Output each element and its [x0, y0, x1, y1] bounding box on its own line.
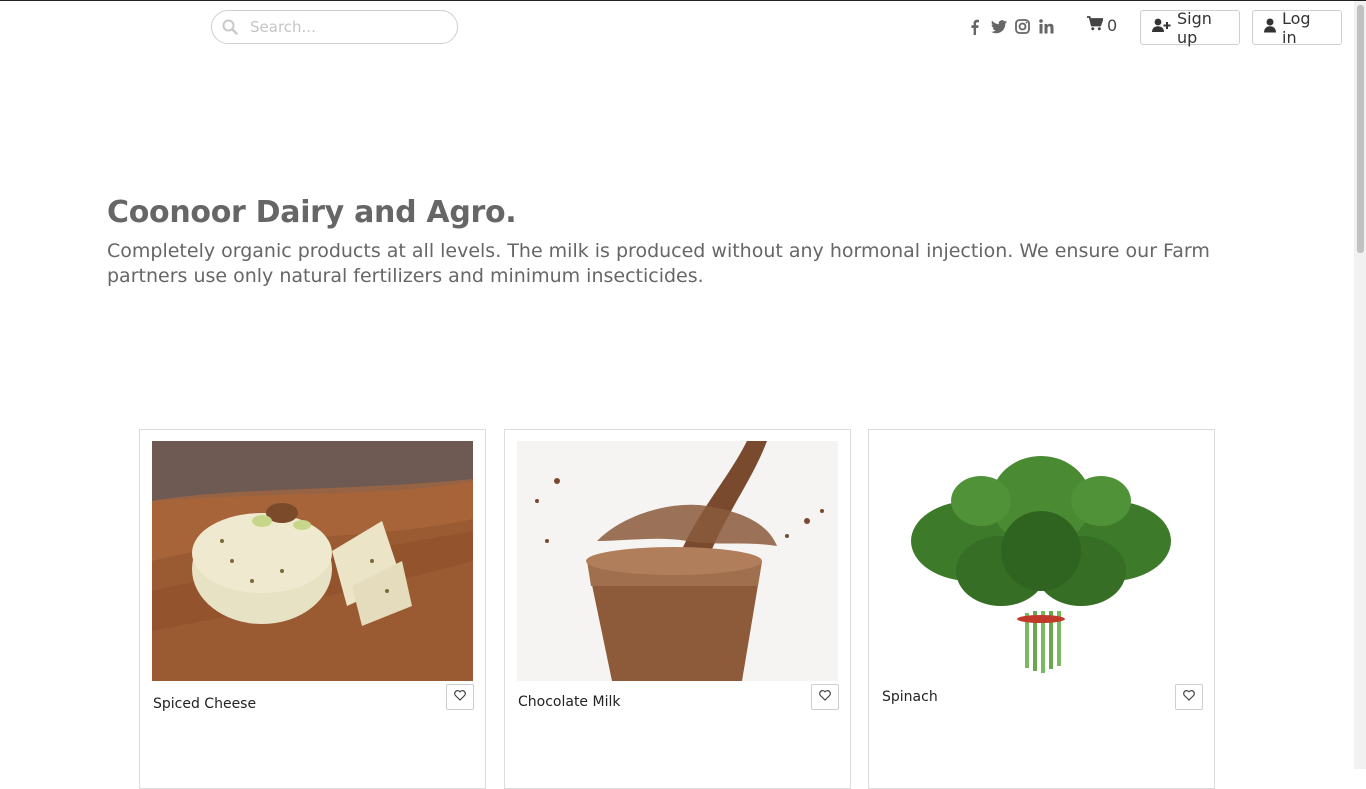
product-card[interactable]: Spiced Cheese: [139, 429, 486, 789]
social-links: [966, 18, 1055, 35]
product-card[interactable]: Chocolate Milk: [504, 429, 851, 789]
facebook-icon[interactable]: [966, 18, 983, 35]
linkedin-icon[interactable]: [1038, 18, 1055, 35]
search-icon: [222, 19, 238, 35]
page-scrollbar[interactable]: [1354, 1, 1366, 769]
wishlist-button[interactable]: [446, 684, 474, 710]
cart-button[interactable]: 0: [1087, 16, 1117, 35]
page-title: Coonoor Dairy and Agro.: [107, 195, 517, 230]
product-name[interactable]: Chocolate Milk: [518, 694, 620, 710]
product-card[interactable]: Spinach: [868, 429, 1215, 789]
search-input[interactable]: [248, 17, 442, 37]
product-name[interactable]: Spiced Cheese: [153, 696, 256, 712]
product-image-chocolate-milk[interactable]: [517, 441, 838, 681]
wishlist-button[interactable]: [1175, 684, 1203, 710]
product-image-spiced-cheese[interactable]: [152, 441, 473, 681]
scrollbar-thumb[interactable]: [1357, 5, 1364, 253]
user-plus-icon: [1152, 18, 1171, 37]
heart-icon: [1183, 688, 1195, 706]
shopping-cart-icon: [1087, 16, 1104, 35]
hero-description: Completely organic products at all level…: [107, 240, 1210, 287]
heart-icon: [819, 688, 831, 706]
cart-count: 0: [1107, 16, 1118, 35]
search-box[interactable]: [211, 10, 458, 44]
twitter-icon[interactable]: [990, 18, 1007, 35]
sign-up-button[interactable]: Sign up: [1140, 8, 1240, 47]
log-in-button[interactable]: Log in: [1252, 8, 1342, 47]
heart-icon: [454, 688, 466, 706]
user-icon: [1264, 18, 1276, 37]
sign-up-label: Sign up: [1177, 8, 1212, 47]
product-name[interactable]: Spinach: [882, 689, 938, 705]
wishlist-button[interactable]: [811, 684, 839, 710]
instagram-icon[interactable]: [1014, 18, 1031, 35]
product-image-spinach[interactable]: [881, 441, 1202, 681]
log-in-label: Log in: [1282, 8, 1311, 47]
